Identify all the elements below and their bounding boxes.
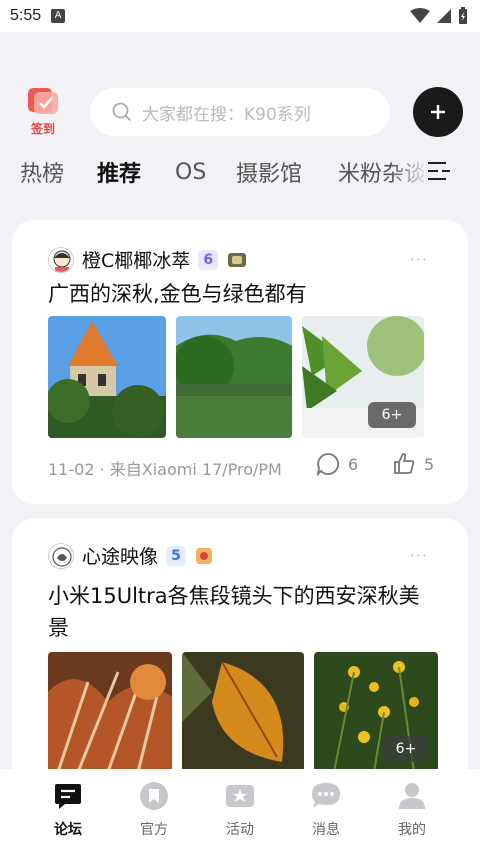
- nav-label: 活动: [226, 822, 254, 838]
- level-badge: 6: [198, 249, 219, 270]
- wifi-icon: [410, 8, 430, 23]
- top-header: 签到 大家都在搜：K90系列: [0, 84, 480, 144]
- nav-messages[interactable]: 消息: [291, 781, 361, 839]
- signal-icon: [437, 9, 451, 23]
- comment-icon: [316, 453, 340, 476]
- thumbs-up-icon: [394, 453, 415, 474]
- nav-label: 消息: [312, 822, 340, 838]
- post-source: · 来自Xiaomi 17/Pro/PM: [99, 460, 282, 479]
- post-title[interactable]: 广西的深秋,金色与绿色都有: [48, 278, 438, 310]
- nav-official[interactable]: 官方: [119, 781, 189, 839]
- search-bar[interactable]: 大家都在搜：K90系列: [90, 88, 390, 136]
- nav-forum[interactable]: 论坛: [33, 781, 103, 839]
- post-author[interactable]: 橙C椰椰冰萃 6: [48, 246, 248, 273]
- nav-activity[interactable]: 活动: [205, 781, 275, 839]
- nav-label: 论坛: [54, 822, 82, 838]
- like-count: 5: [424, 454, 435, 474]
- avatar[interactable]: [48, 542, 74, 569]
- post-photos: 6+: [48, 316, 424, 438]
- post-photo[interactable]: 6+: [314, 652, 438, 772]
- profile-icon: [399, 783, 425, 809]
- calendar-check-icon: [26, 86, 60, 116]
- add-post-button[interactable]: [413, 87, 463, 137]
- message-icon: [312, 783, 340, 808]
- bottom-nav: 论坛 官方 活动 消息 我的: [0, 769, 480, 853]
- more-photos-badge: 6+: [368, 402, 416, 428]
- official-icon: [140, 782, 168, 810]
- tab-photo-gallery[interactable]: 摄影馆: [236, 156, 302, 188]
- nav-profile[interactable]: 我的: [377, 781, 447, 839]
- status-time: 5:55: [10, 7, 42, 24]
- avatar[interactable]: [48, 246, 74, 273]
- comment-button[interactable]: 6: [316, 452, 358, 476]
- menu-icon: [428, 162, 450, 180]
- author-name: 心途映像: [82, 546, 159, 568]
- post-photo[interactable]: [176, 316, 292, 438]
- post-card[interactable]: 橙C椰椰冰萃 6 ··· 广西的深秋,金色与绿色都有 6+ 11-02 · 来自…: [12, 220, 468, 504]
- like-button[interactable]: 5: [392, 452, 434, 476]
- comment-count: 6: [348, 454, 359, 474]
- activity-icon: [226, 785, 254, 807]
- post-author[interactable]: 心途映像 5: [48, 542, 214, 569]
- level-badge: 5: [166, 545, 187, 566]
- tab-hot[interactable]: 热榜: [20, 156, 64, 188]
- status-bar: 5:55 A: [0, 0, 480, 32]
- nav-label: 我的: [398, 822, 426, 838]
- notification-icon: A: [51, 9, 66, 23]
- category-tabs: 热榜 推荐 OS 摄影馆 米粉杂谈: [0, 150, 480, 194]
- more-photos-badge: 6+: [382, 736, 430, 762]
- post-photos: 6+: [48, 652, 438, 772]
- post-photo[interactable]: [182, 652, 304, 772]
- more-options-icon[interactable]: ···: [410, 546, 428, 565]
- signin-label: 签到: [30, 122, 55, 136]
- signin-button[interactable]: 签到: [24, 84, 62, 144]
- tab-os[interactable]: OS: [175, 160, 206, 185]
- post-photo[interactable]: 6+: [302, 316, 424, 438]
- medal-icon: [196, 547, 213, 564]
- forum-icon: [55, 784, 81, 809]
- plus-icon: [431, 105, 445, 119]
- medal-icon: [228, 252, 247, 267]
- post-date: 11-02: [48, 460, 95, 479]
- post-photo[interactable]: [48, 316, 166, 438]
- post-meta: 11-02 · 来自Xiaomi 17/Pro/PM: [48, 456, 282, 480]
- more-options-icon[interactable]: ···: [410, 250, 428, 269]
- post-title[interactable]: 小米15Ultra各焦段镜头下的西安深秋美景: [48, 580, 438, 644]
- battery-icon: [459, 7, 467, 24]
- nav-label: 官方: [140, 822, 168, 838]
- post-photo[interactable]: [48, 652, 172, 772]
- search-icon: [112, 102, 132, 122]
- tab-recommend[interactable]: 推荐: [97, 156, 141, 188]
- tab-menu-button[interactable]: [424, 156, 454, 186]
- author-name: 橙C椰椰冰萃: [82, 250, 191, 272]
- search-placeholder: 大家都在搜：K90系列: [142, 104, 311, 125]
